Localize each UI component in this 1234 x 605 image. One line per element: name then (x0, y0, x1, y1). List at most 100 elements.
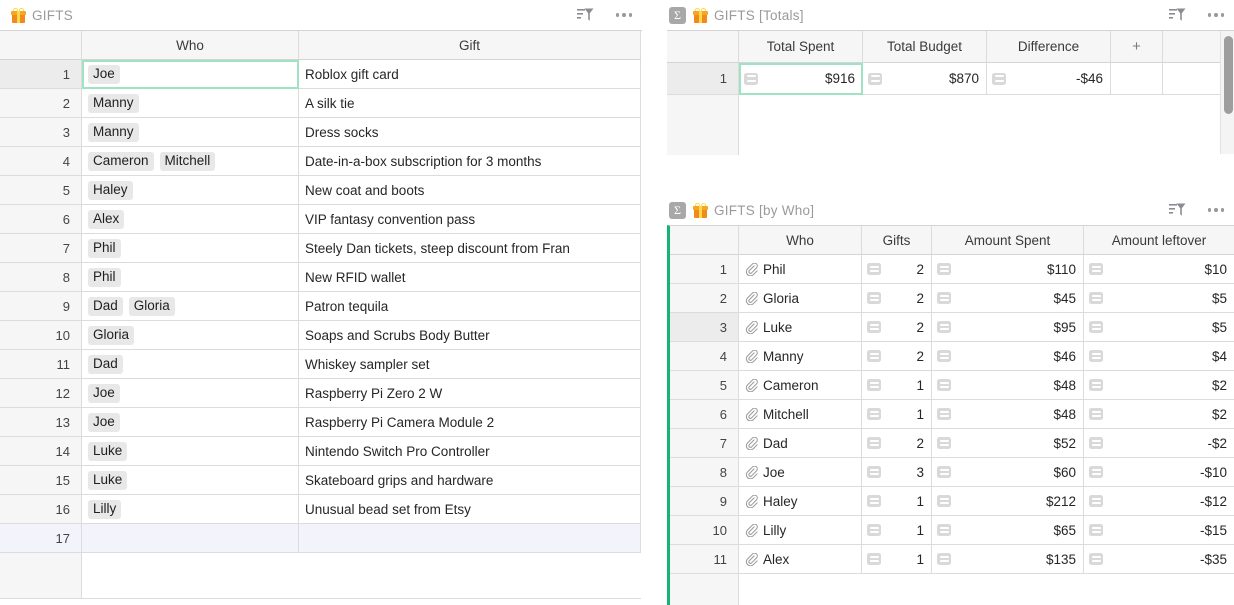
cell-gifts[interactable]: 2 (862, 255, 932, 284)
row-number[interactable]: 2 (0, 89, 82, 118)
cell-gifts[interactable]: 1 (862, 400, 932, 429)
cell-who[interactable]: CameronMitchell (82, 147, 299, 176)
column-header-who[interactable]: Who (739, 226, 862, 255)
cell-gifts[interactable]: 1 (862, 516, 932, 545)
cell-who[interactable]: Manny (739, 342, 862, 371)
cell-gifts[interactable]: 2 (862, 284, 932, 313)
cell-gift[interactable]: Raspberry Pi Zero 2 W (299, 379, 641, 408)
table-row[interactable]: 11DadWhiskey sampler set (0, 350, 642, 379)
column-header-total-spent[interactable]: Total Spent (739, 31, 863, 63)
cell-total-budget[interactable]: $870 (863, 63, 987, 95)
table-row[interactable]: 3Luke2$95$5 (670, 313, 1234, 342)
row-number[interactable]: 10 (670, 516, 739, 545)
more-options-icon[interactable] (1208, 13, 1225, 17)
cell-who[interactable]: Mitchell (739, 400, 862, 429)
cell-who[interactable]: Cameron (739, 371, 862, 400)
table-row[interactable]: 3MannyDress socks (0, 118, 642, 147)
sort-filter-icon[interactable] (1169, 202, 1186, 218)
table-row[interactable]: 10GloriaSoaps and Scrubs Body Butter (0, 321, 642, 350)
column-header-amount-leftover[interactable]: Amount leftover (1084, 226, 1234, 255)
cell-gift[interactable]: Soaps and Scrubs Body Butter (299, 321, 641, 350)
cell-who[interactable]: Joe (739, 458, 862, 487)
table-row[interactable]: 15LukeSkateboard grips and hardware (0, 466, 642, 495)
cell-amount-spent[interactable]: $46 (932, 342, 1084, 371)
column-header-difference[interactable]: Difference (987, 31, 1111, 63)
row-number[interactable]: 9 (0, 292, 82, 321)
sort-filter-icon[interactable] (577, 7, 594, 23)
table-row[interactable]: 9Haley1$212-$12 (670, 487, 1234, 516)
table-row[interactable]: 11Alex1$135-$35 (670, 545, 1234, 574)
row-number[interactable]: 9 (670, 487, 739, 516)
sort-filter-icon[interactable] (1169, 7, 1186, 23)
cell-amount-leftover[interactable]: -$2 (1084, 429, 1234, 458)
row-number[interactable]: 4 (0, 147, 82, 176)
cell-gift[interactable]: Nintendo Switch Pro Controller (299, 437, 641, 466)
cell-gift[interactable]: Whiskey sampler set (299, 350, 641, 379)
cell-who[interactable]: Haley (739, 487, 862, 516)
cell-who[interactable]: Dad (82, 350, 299, 379)
row-number[interactable]: 6 (670, 400, 739, 429)
cell-gifts[interactable]: 1 (862, 487, 932, 516)
cell-who[interactable]: Gloria (82, 321, 299, 350)
cell-amount-leftover[interactable]: $10 (1084, 255, 1234, 284)
column-header-gifts[interactable]: Gifts (862, 226, 932, 255)
cell-who[interactable]: Lilly (739, 516, 862, 545)
cell-gift[interactable]: Skateboard grips and hardware (299, 466, 641, 495)
cell-gifts[interactable]: 1 (862, 371, 932, 400)
row-number[interactable]: 7 (670, 429, 739, 458)
row-number[interactable]: 8 (670, 458, 739, 487)
cell-amount-spent[interactable]: $95 (932, 313, 1084, 342)
cell-amount-spent[interactable]: $212 (932, 487, 1084, 516)
cell-who[interactable]: Haley (82, 176, 299, 205)
cell-gift[interactable]: Steely Dan tickets, steep discount from … (299, 234, 641, 263)
cell-who[interactable]: Phil (82, 263, 299, 292)
table-row[interactable]: 5Cameron1$48$2 (670, 371, 1234, 400)
row-number[interactable]: 1 (670, 255, 739, 284)
table-row[interactable]: 2Gloria2$45$5 (670, 284, 1234, 313)
table-row[interactable]: 5HaleyNew coat and boots (0, 176, 642, 205)
cell-gift[interactable] (299, 524, 641, 553)
row-number[interactable]: 5 (670, 371, 739, 400)
table-row[interactable]: 7Dad2$52-$2 (670, 429, 1234, 458)
row-number[interactable]: 12 (0, 379, 82, 408)
cell-amount-leftover[interactable]: $5 (1084, 284, 1234, 313)
row-number[interactable]: 13 (0, 408, 82, 437)
more-options-icon[interactable] (616, 13, 633, 17)
row-number[interactable]: 5 (0, 176, 82, 205)
table-row[interactable]: 7PhilSteely Dan tickets, steep discount … (0, 234, 642, 263)
row-number[interactable]: 3 (0, 118, 82, 147)
cell-amount-spent[interactable]: $60 (932, 458, 1084, 487)
cell-gift[interactable]: Raspberry Pi Camera Module 2 (299, 408, 641, 437)
row-number[interactable]: 2 (670, 284, 739, 313)
cell-gifts[interactable]: 2 (862, 429, 932, 458)
table-row[interactable]: 1$916$870-$46 (667, 63, 1234, 95)
column-header-total-budget[interactable]: Total Budget (863, 31, 987, 63)
table-row[interactable]: 2MannyA silk tie (0, 89, 642, 118)
row-number[interactable]: 16 (0, 495, 82, 524)
cell-who[interactable] (82, 524, 299, 553)
cell-amount-spent[interactable]: $48 (932, 400, 1084, 429)
cell-amount-spent[interactable]: $52 (932, 429, 1084, 458)
cell-who[interactable]: Joe (82, 408, 299, 437)
column-header-amount-spent[interactable]: Amount Spent (932, 226, 1084, 255)
cell-gifts[interactable]: 1 (862, 545, 932, 574)
row-number[interactable]: 1 (667, 63, 739, 95)
cell-gifts[interactable]: 2 (862, 342, 932, 371)
cell-empty[interactable] (1111, 63, 1163, 95)
cell-gift[interactable]: New coat and boots (299, 176, 641, 205)
cell-difference[interactable]: -$46 (987, 63, 1111, 95)
table-row[interactable]: 6AlexVIP fantasy convention pass (0, 205, 642, 234)
cell-who[interactable]: Phil (82, 234, 299, 263)
cell-amount-spent[interactable]: $110 (932, 255, 1084, 284)
table-row[interactable]: 1Phil2$110$10 (670, 255, 1234, 284)
cell-amount-leftover[interactable]: -$15 (1084, 516, 1234, 545)
cell-who[interactable]: Lilly (82, 495, 299, 524)
cell-who[interactable]: Joe (82, 379, 299, 408)
cell-amount-spent[interactable]: $65 (932, 516, 1084, 545)
cell-gift[interactable]: Roblox gift card (299, 60, 641, 89)
cell-gift[interactable]: Unusual bead set from Etsy (299, 495, 641, 524)
cell-who[interactable]: Luke (82, 437, 299, 466)
cell-gifts[interactable]: 2 (862, 313, 932, 342)
cell-who[interactable]: Luke (739, 313, 862, 342)
cell-who[interactable]: Joe (82, 60, 299, 89)
